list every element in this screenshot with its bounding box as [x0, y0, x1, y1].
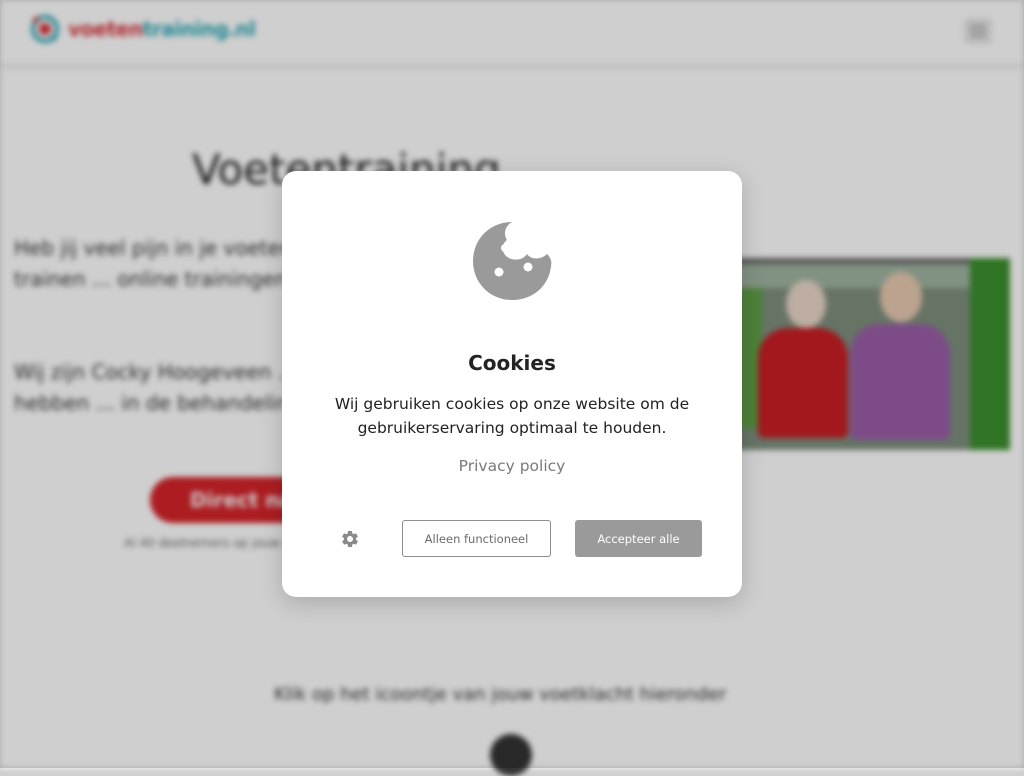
accept-all-button[interactable]: Accepteer alle: [575, 520, 702, 557]
gear-icon[interactable]: [340, 529, 360, 549]
cookie-icon: [473, 222, 552, 300]
privacy-policy-link[interactable]: Privacy policy: [282, 457, 742, 475]
functional-only-button[interactable]: Alleen functioneel: [402, 520, 551, 557]
cookie-dialog-title: Cookies: [468, 351, 556, 375]
cookie-dialog: Cookies Wij gebruiken cookies op onze we…: [282, 171, 742, 597]
cookie-dialog-description: Wij gebruiken cookies op onze website om…: [334, 395, 690, 437]
